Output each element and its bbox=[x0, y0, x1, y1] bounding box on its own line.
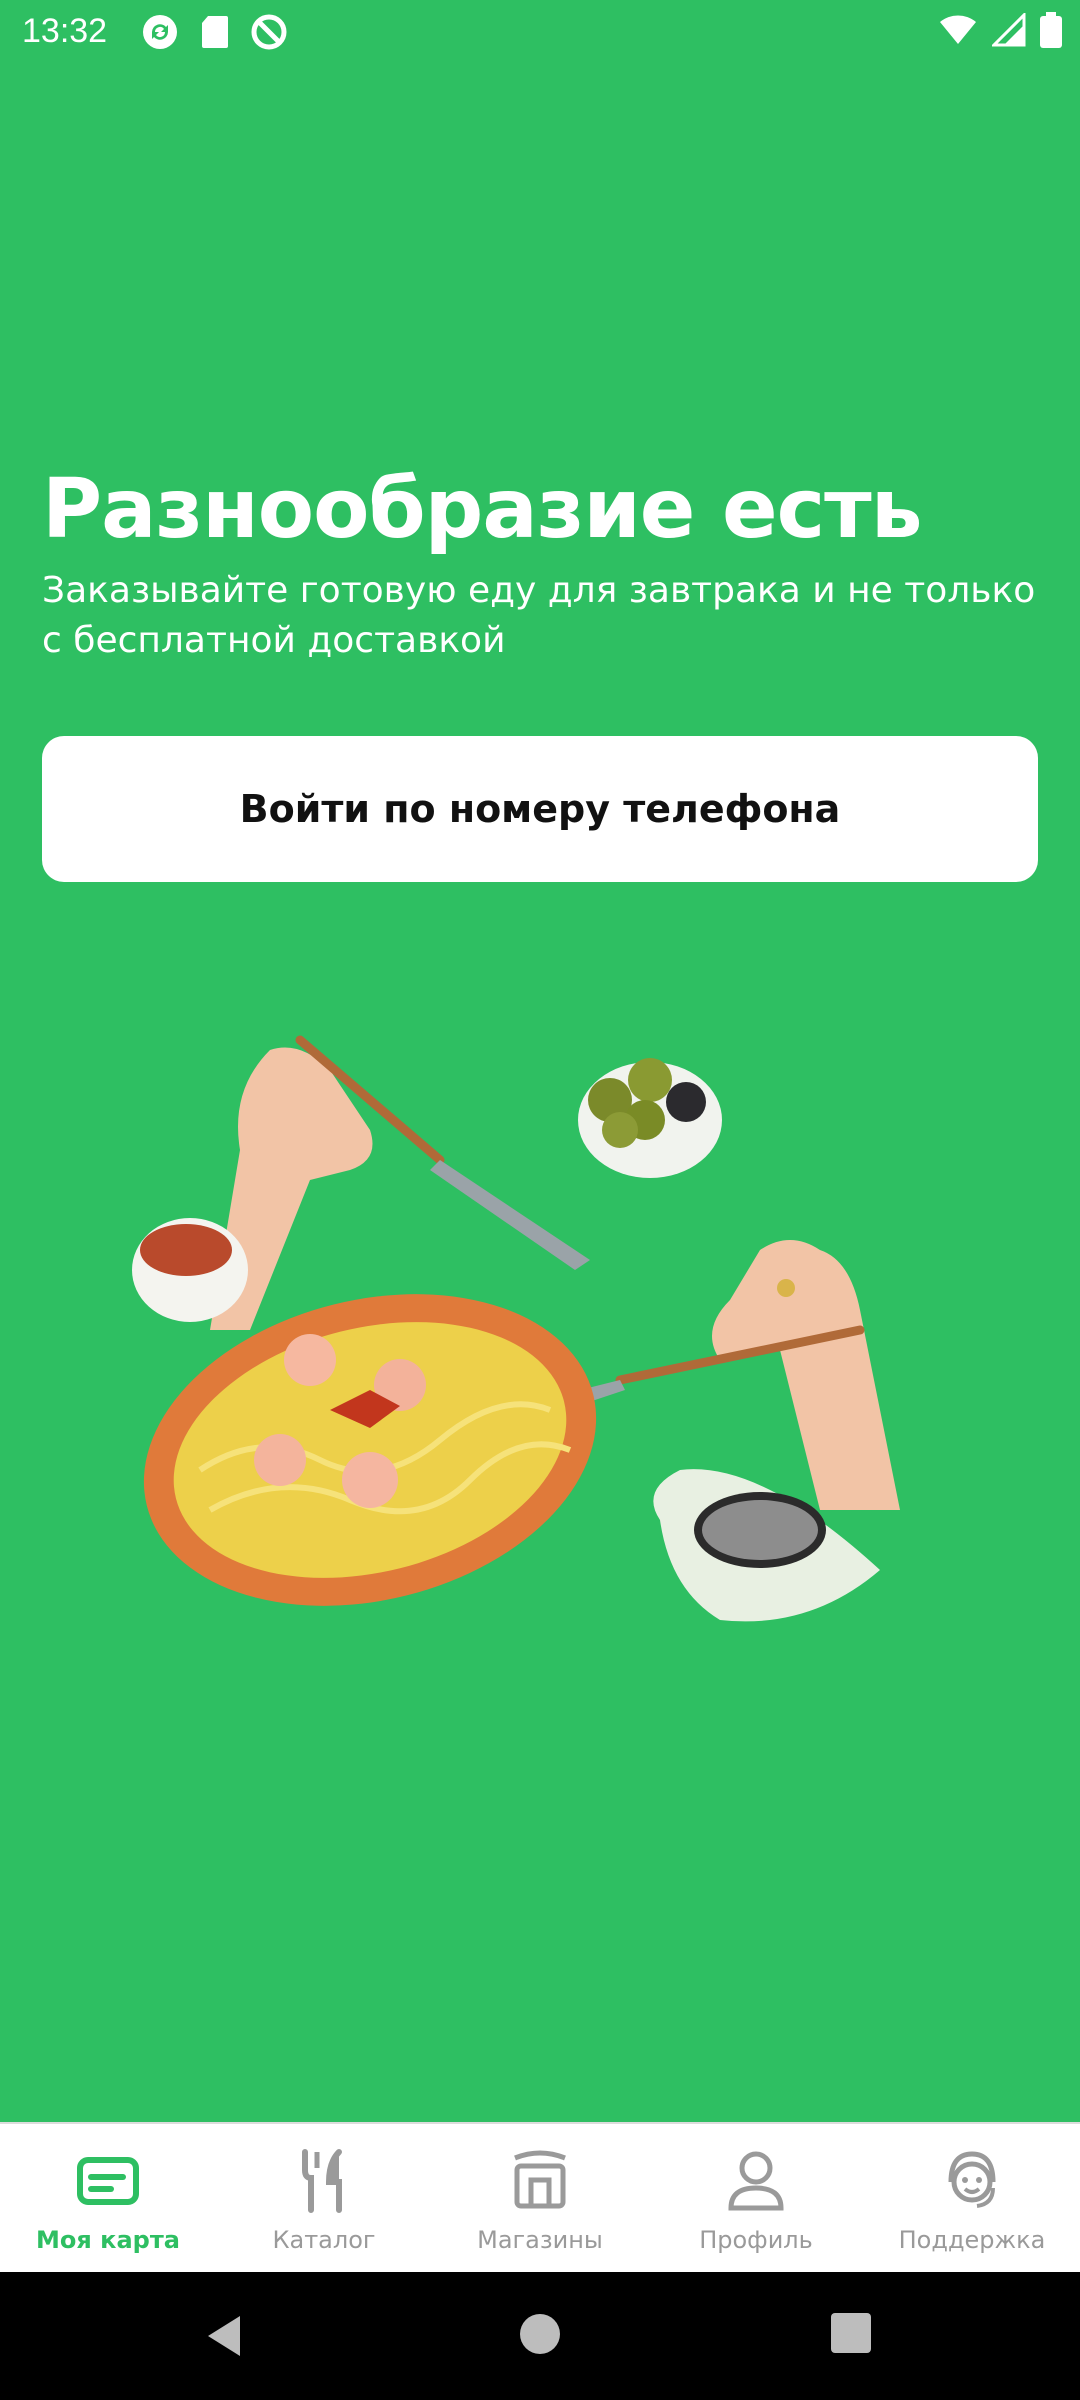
nav-item-profile[interactable]: Профиль bbox=[648, 2124, 864, 2274]
user-icon bbox=[728, 2151, 784, 2211]
login-by-phone-button[interactable]: Войти по номеру телефона bbox=[42, 736, 1038, 882]
hero-title: Разнообразие есть bbox=[42, 462, 923, 557]
card-icon bbox=[77, 2157, 139, 2205]
bottom-nav: Моя карта Каталог Магазины Профиль Подде… bbox=[0, 2122, 1080, 2274]
nav-item-my-card[interactable]: Моя карта bbox=[0, 2124, 216, 2274]
no-disturb-icon bbox=[251, 14, 287, 50]
signal-icon bbox=[992, 13, 1026, 47]
status-icons-right bbox=[938, 12, 1062, 48]
system-nav-bar bbox=[0, 2272, 1080, 2400]
status-time: 13:32 bbox=[22, 12, 108, 50]
home-icon[interactable] bbox=[518, 2312, 562, 2356]
wifi-icon bbox=[940, 15, 976, 45]
battery-icon bbox=[1040, 12, 1062, 48]
nav-label-stores: Магазины bbox=[477, 2226, 603, 2254]
recents-icon[interactable] bbox=[830, 2312, 872, 2354]
nav-item-stores[interactable]: Магазины bbox=[432, 2124, 648, 2274]
nav-label-my-card: Моя карта bbox=[36, 2226, 180, 2254]
status-icons-left bbox=[140, 12, 288, 52]
status-bar: 13:32 bbox=[0, 0, 1080, 64]
back-icon[interactable] bbox=[200, 2312, 248, 2360]
store-icon bbox=[514, 2150, 566, 2209]
hero-subtitle: Заказывайте готовую еду для завтрака и н… bbox=[42, 570, 1036, 661]
sd-card-icon bbox=[202, 16, 228, 48]
nav-label-support: Поддержка bbox=[898, 2226, 1046, 2254]
nav-label-profile: Профиль bbox=[699, 2226, 813, 2254]
hero-section: Разнообразие есть Заказывайте готовую ед… bbox=[42, 462, 1042, 666]
fork-knife-icon bbox=[302, 2149, 342, 2213]
food-illustration bbox=[132, 1035, 900, 1622]
nav-item-support[interactable]: Поддержка bbox=[864, 2124, 1080, 2274]
nav-item-catalog[interactable]: Каталог bbox=[216, 2124, 432, 2274]
nav-label-catalog: Каталог bbox=[272, 2226, 376, 2254]
support-icon bbox=[948, 2151, 996, 2208]
sync-icon bbox=[143, 15, 177, 49]
